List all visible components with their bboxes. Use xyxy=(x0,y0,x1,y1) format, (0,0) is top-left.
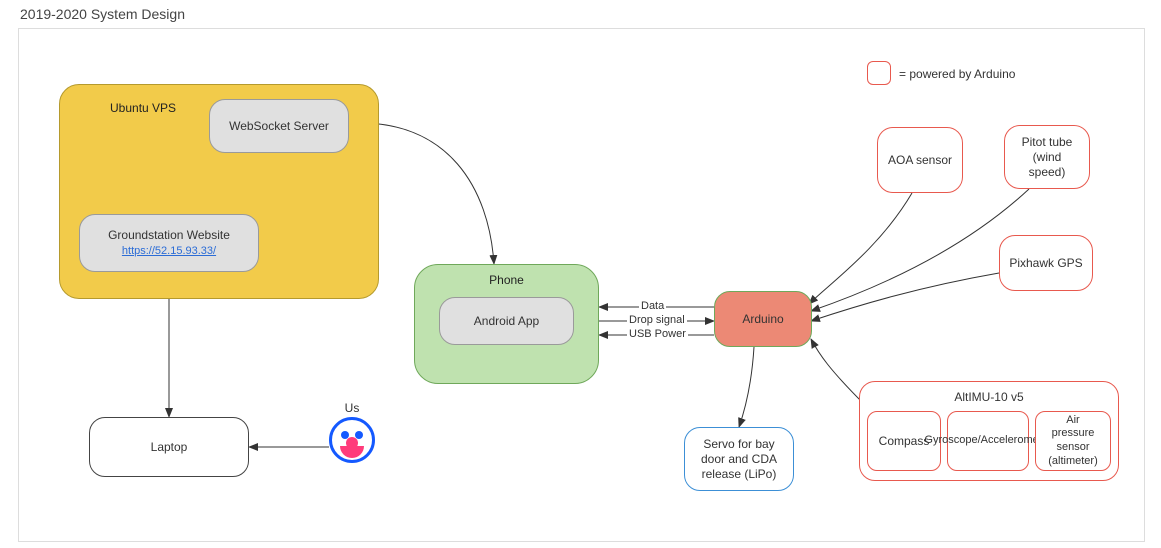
altimu-title: AltIMU-10 v5 xyxy=(860,390,1118,405)
phone-label: Phone xyxy=(415,273,598,288)
arduino-node: Arduino xyxy=(714,291,812,347)
aoa-sensor-label: AOA sensor xyxy=(888,153,952,168)
altimu-compass-label: Compass xyxy=(879,434,930,449)
servo-node: Servo for bay door and CDA release (LiPo… xyxy=(684,427,794,491)
groundstation-website-node: Groundstation Website https://52.15.93.3… xyxy=(79,214,259,272)
servo-label: Servo for bay door and CDA release (LiPo… xyxy=(693,437,785,482)
ubuntu-vps-label: Ubuntu VPS xyxy=(110,101,176,116)
pixhawk-gps-node: Pixhawk GPS xyxy=(999,235,1093,291)
aoa-sensor-node: AOA sensor xyxy=(877,127,963,193)
altimu-pressure-node: Air pressure sensor (altimeter) xyxy=(1035,411,1111,471)
legend-swatch xyxy=(867,61,891,85)
android-app-node: Android App xyxy=(439,297,574,345)
websocket-server-label: WebSocket Server xyxy=(229,119,329,134)
legend-text: = powered by Arduino xyxy=(899,67,1015,81)
pixhawk-gps-label: Pixhawk GPS xyxy=(1009,256,1082,271)
page-title: 2019-2020 System Design xyxy=(20,6,185,22)
altimu-gyro-label: Gyroscope/Accelerometer xyxy=(924,434,1051,448)
pitot-tube-node: Pitot tube (wind speed) xyxy=(1004,125,1090,189)
groundstation-website-label: Groundstation Website xyxy=(108,228,230,243)
altimu-pressure-label: Air pressure sensor (altimeter) xyxy=(1044,414,1102,469)
groundstation-url-link[interactable]: https://52.15.93.33/ xyxy=(122,245,216,259)
laptop-node: Laptop xyxy=(89,417,249,477)
arduino-label: Arduino xyxy=(742,312,783,327)
altimu-gyro-node: Gyroscope/Accelerometer xyxy=(947,411,1029,471)
us-node: Us xyxy=(329,401,375,463)
pitot-tube-label: Pitot tube (wind speed) xyxy=(1013,135,1081,180)
clown-face-icon xyxy=(329,417,375,463)
edge-label-drop-signal: Drop signal xyxy=(627,314,687,326)
us-label: Us xyxy=(329,401,375,415)
diagram-frame: = powered by Arduino Ubuntu VPS WebSocke… xyxy=(18,28,1145,542)
websocket-server-node: WebSocket Server xyxy=(209,99,349,153)
android-app-label: Android App xyxy=(474,314,539,329)
laptop-label: Laptop xyxy=(151,440,188,455)
edge-label-data: Data xyxy=(639,300,666,312)
edge-label-usb-power: USB Power xyxy=(627,328,688,340)
